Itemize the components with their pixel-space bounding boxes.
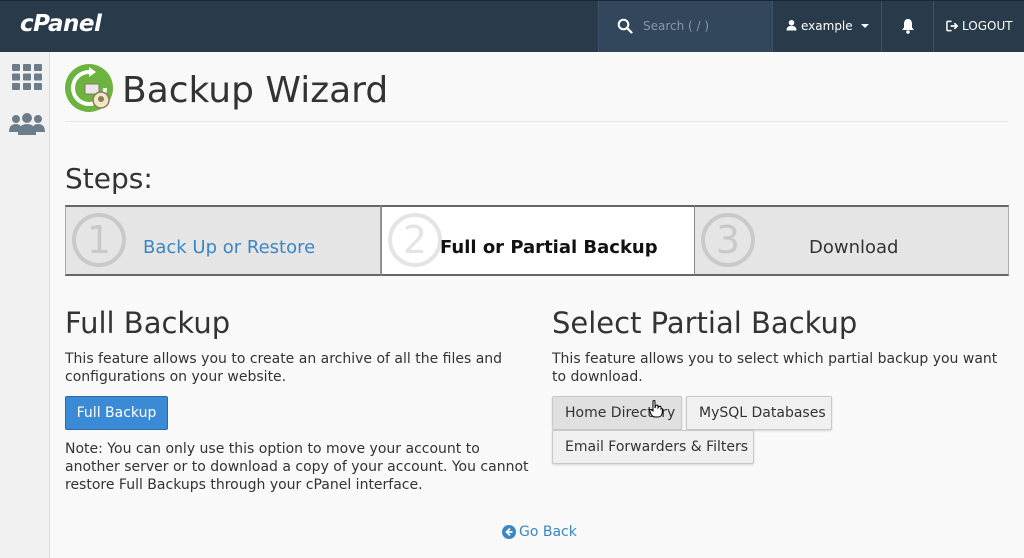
full-backup-description: This feature allows you to create an arc… <box>65 351 503 385</box>
notifications-button[interactable] <box>882 1 934 52</box>
cpanel-logo[interactable]: cPanel <box>20 11 102 37</box>
partial-backup-title: Select Partial Backup <box>552 306 858 340</box>
step-label-3: Download <box>809 237 899 258</box>
full-backup-title: Full Backup <box>65 306 231 340</box>
top-navbar: cPanel example LOGOUT <box>0 0 1024 52</box>
step-number-1: 1 <box>72 213 126 267</box>
logout-icon <box>946 20 959 32</box>
username-label: example <box>801 19 853 33</box>
hand-cursor-icon <box>649 400 663 418</box>
full-backup-button[interactable]: Full Backup <box>65 396 168 430</box>
backup-wizard-icon <box>65 64 113 112</box>
step-download: 3 Download <box>695 205 1009 276</box>
email-forwarders-filters-button[interactable]: Email Forwarders & Filters <box>552 430 754 464</box>
user-menu[interactable]: example <box>773 1 882 52</box>
step-back-up-or-restore[interactable]: 1 Back Up or Restore <box>65 205 381 276</box>
partial-backup-description: This feature allows you to select which … <box>552 351 998 385</box>
wizard-steps: 1 Back Up or Restore 2 Full or Partial B… <box>65 205 1009 276</box>
step-full-or-partial-backup: 2 Full or Partial Backup <box>381 205 695 276</box>
go-back-label: Go Back <box>519 524 577 540</box>
user-icon <box>786 19 797 31</box>
chevron-down-icon <box>861 24 869 28</box>
arrow-circle-left-icon <box>502 525 516 539</box>
steps-heading: Steps: <box>65 162 153 195</box>
step-number-3: 3 <box>701 213 755 267</box>
page-header: Backup Wizard <box>65 62 1008 122</box>
step-label-2: Full or Partial Backup <box>440 237 658 258</box>
search-input[interactable] <box>643 16 763 36</box>
step-number-2: 2 <box>388 213 442 267</box>
search-box <box>598 1 773 52</box>
search-icon <box>617 18 633 34</box>
step-label-1[interactable]: Back Up or Restore <box>143 237 315 258</box>
page-title: Backup Wizard <box>122 70 389 111</box>
logout-label: LOGOUT <box>962 19 1013 33</box>
apps-grid-icon[interactable] <box>12 64 42 90</box>
mysql-databases-button[interactable]: MySQL Databases <box>686 396 832 430</box>
sidebar <box>0 52 50 558</box>
users-icon[interactable] <box>9 112 45 136</box>
full-backup-note: Note: You can only use this option to mo… <box>65 441 529 493</box>
bell-icon <box>902 19 914 34</box>
